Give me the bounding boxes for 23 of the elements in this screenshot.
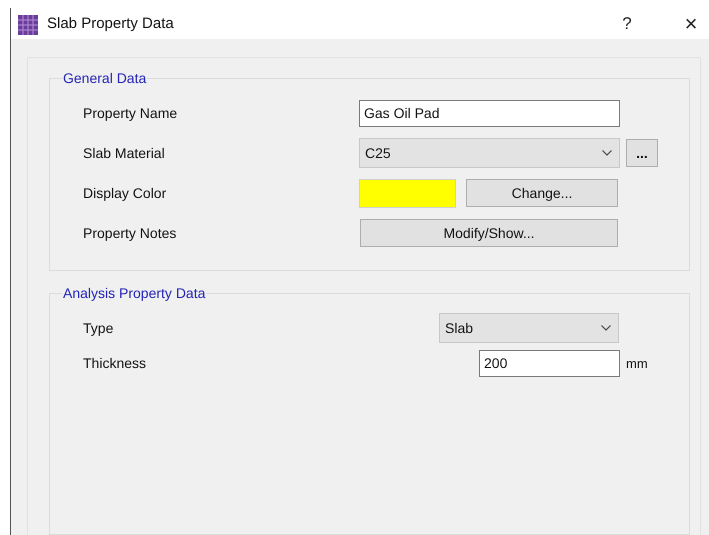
browse-button[interactable]: ... <box>626 139 658 167</box>
chevron-down-icon <box>601 325 611 331</box>
help-button[interactable]: ? <box>617 14 637 34</box>
field-label: Property Name <box>83 105 178 121</box>
group-title: General Data <box>62 70 148 86</box>
group-title: Analysis Property Data <box>62 285 206 301</box>
grid-icon <box>18 14 38 34</box>
window-title: Slab Property Data <box>47 15 175 32</box>
dropdown[interactable]: C25 <box>359 138 620 168</box>
field-label: Slab Material <box>83 145 166 161</box>
modify-button[interactable]: Modify/Show... <box>360 219 618 247</box>
change-button[interactable]: Change... <box>466 179 618 207</box>
field-label: Type <box>83 320 114 336</box>
chevron-down-icon <box>602 150 612 156</box>
field-label: Display Color <box>83 185 168 201</box>
input-field[interactable]: Gas Oil Pad <box>359 100 620 126</box>
field-label: Property Notes <box>83 225 178 241</box>
field-label: Thickness <box>83 355 148 371</box>
dropdown[interactable]: Slab <box>439 313 619 343</box>
close-button[interactable]: × <box>681 10 701 36</box>
unit-label: mm <box>626 356 648 370</box>
color-swatch[interactable] <box>359 178 456 208</box>
input-field[interactable]: 200 <box>479 350 620 376</box>
